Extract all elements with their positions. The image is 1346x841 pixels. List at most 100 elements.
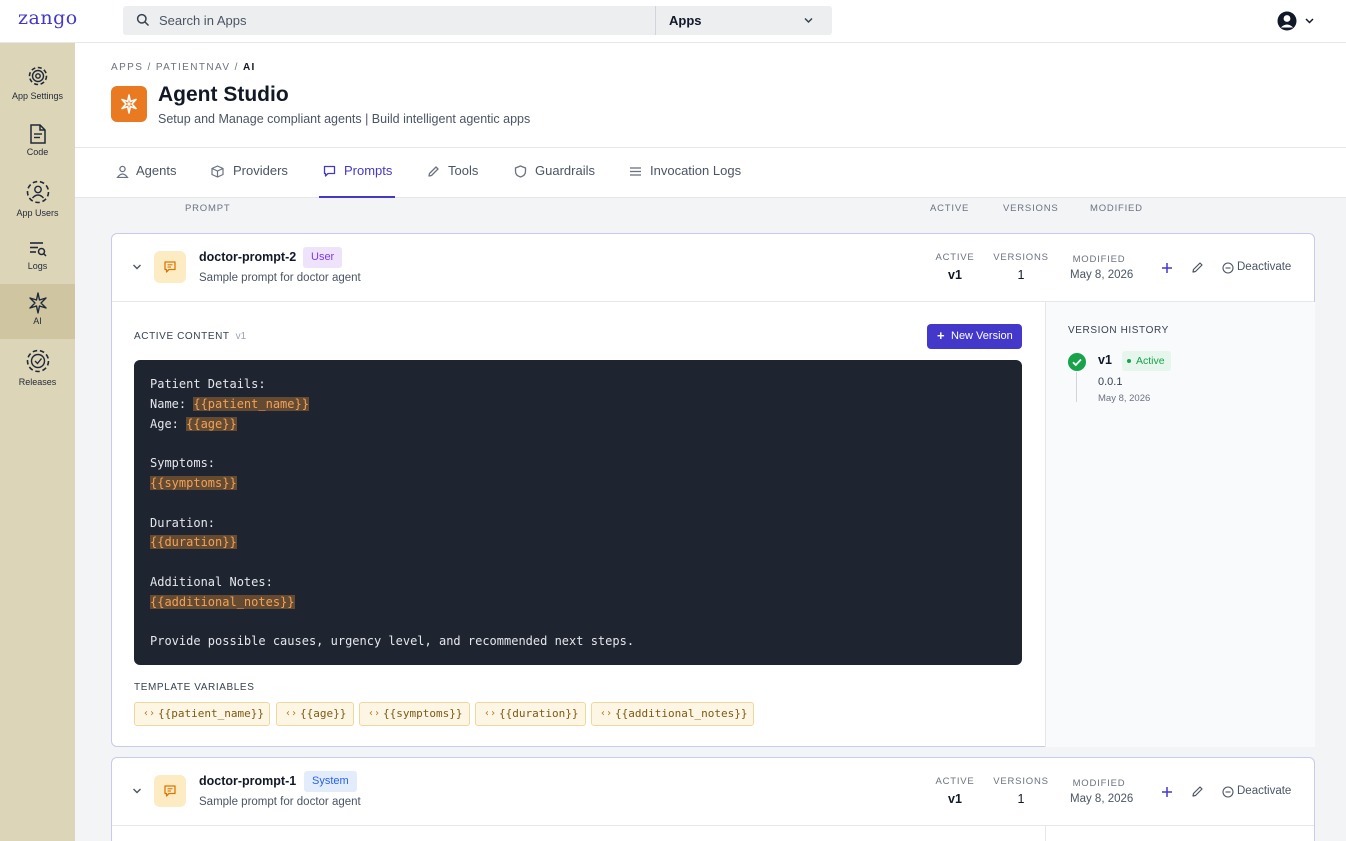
pencil-icon — [428, 166, 439, 177]
column-header-prompt: PROMPT — [185, 203, 231, 214]
prompt-description: Sample prompt for doctor agent — [199, 796, 361, 808]
app-scope-dropdown[interactable]: Apps — [655, 6, 832, 35]
page-title: Agent Studio — [158, 83, 289, 106]
sidebar-item-label: Releases — [18, 377, 57, 387]
minus-circle-icon — [1222, 262, 1234, 274]
check-circle-icon — [1068, 353, 1086, 371]
template-variable-chip[interactable]: ‹› {{age}} — [276, 702, 354, 726]
agent-studio-icon — [111, 86, 147, 122]
sidebar-item-ai[interactable]: AI — [0, 284, 75, 339]
account-menu[interactable] — [1276, 10, 1318, 32]
chevron-down-icon — [804, 17, 813, 24]
search-icon — [136, 13, 150, 27]
tab-bar: Agents Providers Prompts Tools Guardrail… — [75, 148, 1346, 198]
template-variable: {{patient_name}} — [193, 396, 309, 411]
search-input[interactable]: Search in Apps — [123, 6, 655, 35]
prompt-type-icon — [154, 251, 186, 283]
deactivate-label: Deactivate — [1237, 785, 1292, 797]
modified-label: MODIFIED — [1072, 778, 1126, 789]
prompt-card: doctor-prompt-2 User Sample prompt for d… — [111, 233, 1315, 747]
sidebar-item-app-users[interactable]: App Users — [0, 178, 75, 232]
add-version-icon[interactable] — [1161, 786, 1173, 798]
edit-icon[interactable] — [1191, 785, 1204, 798]
sidebar: App Settings Code App Users Logs AI Rele… — [0, 43, 75, 841]
sidebar-item-releases[interactable]: Releases — [0, 347, 75, 401]
template-variable-chip[interactable]: ‹› {{additional_notes}} — [591, 702, 754, 726]
chevron-down-icon[interactable] — [132, 262, 142, 272]
code-brackets-icon: ‹› — [368, 708, 381, 719]
new-version-label: New Version — [951, 330, 1013, 342]
modified-label: MODIFIED — [1072, 254, 1126, 265]
template-variable-chip[interactable]: ‹› {{symptoms}} — [359, 702, 470, 726]
edit-icon[interactable] — [1191, 261, 1204, 274]
prompt-name: doctor-prompt-1 — [199, 774, 297, 788]
active-content-pane: ACTIVE CONTENT v1 + New Version Patient D… — [112, 302, 1045, 747]
code-brackets-icon: ‹› — [143, 708, 156, 719]
code-line: {{duration}} — [150, 533, 1006, 553]
timeline-line — [1076, 372, 1077, 402]
page-subtitle: Setup and Manage compliant agents | Buil… — [158, 112, 531, 126]
message-icon — [323, 165, 336, 177]
add-version-icon[interactable] — [1161, 262, 1173, 274]
modified-date: May 8, 2026 — [1070, 269, 1134, 281]
pane-divider — [1045, 826, 1046, 841]
template-variable: {{symptoms}} — [150, 475, 237, 490]
breadcrumb-apps[interactable]: APPS — [111, 62, 143, 73]
versions-label: VERSIONS — [993, 252, 1049, 263]
sidebar-item-code[interactable]: Code — [0, 123, 75, 177]
sidebar-item-label: App Settings — [11, 91, 64, 101]
deactivate-button[interactable]: Deactivate — [1222, 261, 1302, 275]
breadcrumb-ai: AI — [242, 62, 256, 73]
cube-icon — [211, 165, 224, 178]
search-placeholder: Search in Apps — [159, 13, 247, 28]
shield-icon — [514, 165, 527, 178]
active-content-label: ACTIVE CONTENT v1 — [134, 331, 247, 342]
new-version-button[interactable]: + New Version — [927, 324, 1022, 349]
tab-label: Invocation Logs — [650, 163, 742, 178]
ai-sparkle-icon — [28, 292, 47, 314]
tab-label: Agents — [136, 163, 177, 178]
tab-label: Providers — [233, 163, 288, 178]
template-variable-chip[interactable]: ‹› {{patient_name}} — [134, 702, 270, 726]
releases-gear-icon — [26, 349, 49, 373]
history-version[interactable]: v1 — [1098, 353, 1112, 367]
prompt-content-editor[interactable]: Patient Details: Name: {{patient_name}} … — [134, 360, 1022, 665]
prompt-row[interactable]: doctor-prompt-2 User Sample prompt for d… — [112, 234, 1314, 301]
sidebar-item-app-settings[interactable]: App Settings — [0, 63, 75, 117]
prompt-name: doctor-prompt-2 — [199, 250, 297, 264]
deactivate-button[interactable]: Deactivate — [1222, 785, 1302, 799]
tab-label: Guardrails — [535, 163, 595, 178]
gear-icon — [28, 66, 47, 86]
active-tab-indicator — [319, 196, 395, 198]
prompt-details: ACTIVE CONTENT v1 + New Version Patient D… — [112, 301, 1315, 747]
code-line: Duration: — [150, 515, 216, 530]
prompt-row[interactable]: doctor-prompt-1 System Sample prompt for… — [112, 758, 1314, 825]
prompt-description: Sample prompt for doctor agent — [199, 272, 361, 284]
chevron-down-icon[interactable] — [132, 786, 142, 796]
active-version: v1 — [948, 792, 962, 806]
breadcrumb-patientnav[interactable]: PATIENTNAV — [156, 62, 231, 73]
sidebar-item-label: AI — [33, 316, 42, 326]
sidebar-item-label: App Users — [16, 208, 59, 218]
status-dot — [1127, 359, 1131, 363]
minus-circle-icon — [1222, 786, 1234, 798]
file-code-icon — [29, 124, 46, 144]
breadcrumb: APPS / PATIENTNAV / AI — [111, 62, 256, 73]
logs-icon — [29, 242, 47, 257]
person-icon — [116, 165, 129, 178]
version-history-pane: VERSION HISTORY v1 Active 0.0.1 May 8, 2… — [1045, 302, 1315, 747]
code-line: Additional Notes: — [150, 574, 273, 589]
user-avatar-icon — [1277, 11, 1314, 31]
sidebar-item-label: Logs — [27, 261, 48, 271]
code-line: {{symptoms}} — [150, 474, 1006, 494]
code-brackets-icon: ‹› — [484, 708, 497, 719]
code-line: Patient Details: — [150, 377, 266, 391]
history-version-number: 0.0.1 — [1098, 376, 1123, 388]
history-status-badge: Active — [1122, 351, 1171, 371]
zango-logo[interactable]: zango — [18, 7, 78, 29]
code-line: Name: {{patient_name}} — [150, 396, 309, 411]
column-header-versions: VERSIONS — [1003, 203, 1059, 214]
deactivate-label: Deactivate — [1237, 261, 1292, 273]
template-variable-chip[interactable]: ‹› {{duration}} — [475, 702, 586, 726]
